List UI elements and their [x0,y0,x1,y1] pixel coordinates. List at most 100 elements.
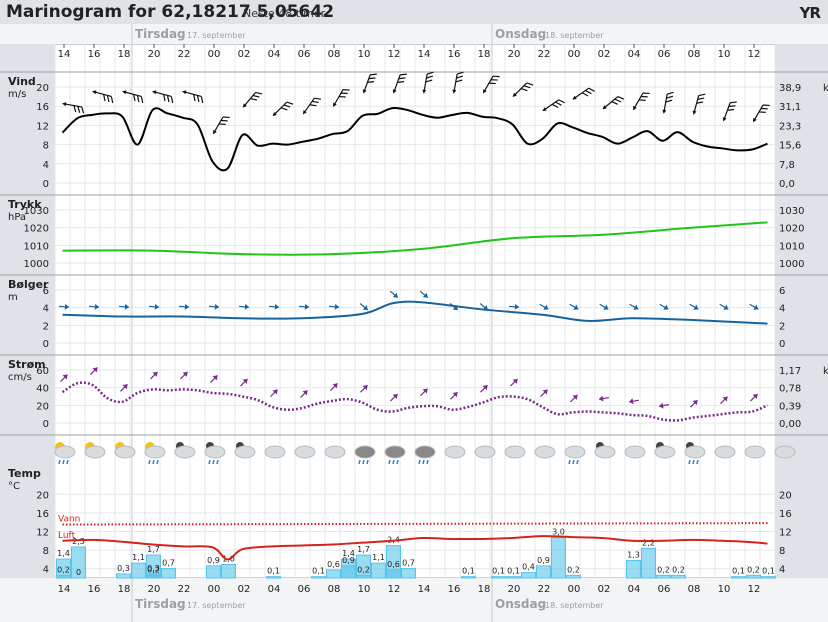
rain-drop-icon [576,459,579,465]
precip-bar [506,576,521,579]
precip-bar [761,576,776,579]
y-tick-pressure: 1010 [24,241,49,252]
precip-bar [311,576,326,579]
rain-drop-icon [692,459,695,465]
y-tick-wind: 0 [43,179,49,190]
hour-label-bottom: 22 [178,584,191,595]
y2-tick-current: 0,78 [779,384,801,395]
precip-bar [521,572,536,579]
precip-label: 0,1 [462,567,475,576]
hour-label-top: 02 [598,49,611,60]
cloud-icon [594,445,616,459]
precip-label: 0,2 [147,565,160,574]
y2-tick-temp: 12 [779,528,792,539]
precip-label: 0,9 [537,556,550,565]
precip-label: 0,2 [747,565,760,574]
cloud-icon [654,445,676,459]
cloud-icon [294,445,316,459]
precip-bar [326,569,341,579]
y2-tick-wind: 38,9 [779,83,801,94]
precip-bar [731,576,746,579]
hour-label-bottom: 02 [598,584,611,595]
precip-label: 0,2 [657,565,670,574]
cloud-icon [264,445,286,459]
precip-label: 1,7 [147,545,160,554]
y2-tick-temp: 20 [779,490,792,501]
y-tick-temp: 20 [36,490,49,501]
hour-label-top: 08 [688,49,701,60]
weather-icon-cloud [294,445,316,459]
cloud-icon [234,445,256,459]
precip-bar [266,576,281,579]
precip-label: 0 [76,568,81,577]
y2-tick-temp: 8 [779,546,785,557]
hour-label-top: 00 [568,49,581,60]
y-tick-temp: 12 [36,528,49,539]
precip-bar [461,576,476,579]
cloud-icon [624,445,646,459]
precip-label: 0,1 [732,567,745,576]
precip-label: 1,7 [357,545,370,554]
day-label-bottom: Onsdag [495,597,546,611]
y-tick-wind: 20 [36,83,49,94]
y2-tick-pressure: 1020 [779,224,804,235]
weather-icon-cloud [504,445,526,459]
weather-icon-cloud [264,445,286,459]
precip-label: 0,9 [342,556,355,565]
hour-label-top: 14 [418,49,431,60]
day-label-bottom-date: 18. september [545,601,604,610]
precip-bar [401,568,416,579]
hour-label-bottom: 06 [298,584,311,595]
y2-tick-wind: 15,6 [779,141,801,152]
rain-drop-icon [688,459,691,465]
precip-bar [206,565,221,579]
y-tick-current: 40 [36,384,49,395]
rain-drop-icon [568,459,571,465]
precip-bar [56,574,71,579]
hour-label-bottom: 08 [688,584,701,595]
hour-label-top: 18 [118,49,131,60]
y-tick-temp: 16 [36,509,49,520]
precip-label: 0,2 [567,565,580,574]
hour-label-top: 08 [328,49,341,60]
y2-tick-temp: 16 [779,509,792,520]
y2-unit-current: knop [823,366,828,377]
weather-icon-cloud [714,445,736,459]
cloud-icon [774,445,796,459]
hour-label-bottom: 14 [418,584,431,595]
cloud-icon [444,445,466,459]
precip-bar [746,574,761,579]
rain-drop-icon [208,459,211,465]
day-label-top-date: 18. september [545,31,604,40]
day-label-top-date: 17. september [187,31,246,40]
precip-label: 0,2 [357,565,370,574]
panel-unit-waves: m [8,292,18,303]
precip-label: 0,3 [117,564,130,573]
precip-label: 0,6 [327,560,340,569]
hour-label-bottom: 20 [508,584,521,595]
rain-drop-icon [396,459,399,465]
cloud-icon [684,445,706,459]
y-tick-waves: 4 [43,304,49,315]
y-tick-temp: 4 [43,565,49,576]
y-tick-wind: 8 [43,141,49,152]
hour-label-bottom: 02 [238,584,251,595]
rain-drop-icon [426,459,429,465]
panel-unit-wind: m/s [8,89,26,100]
y2-tick-pressure: 1030 [779,206,804,217]
cloud-icon [474,445,496,459]
panel-label-temp: Temp [8,467,41,480]
precip-bar [371,562,386,579]
hour-label-top: 06 [658,49,671,60]
rain-drop-icon [212,459,215,465]
panel-unit-temp: °C [8,481,20,492]
rain-drop-icon [216,459,219,465]
hour-label-bottom: 14 [58,584,71,595]
precip-bar [356,574,371,579]
hour-label-bottom: 08 [328,584,341,595]
y2-tick-waves: 2 [779,321,785,332]
y-tick-wind: 12 [36,121,49,132]
precip-label: 1,3 [627,550,640,559]
rain-drop-icon [152,459,155,465]
hour-label-top: 00 [208,49,221,60]
